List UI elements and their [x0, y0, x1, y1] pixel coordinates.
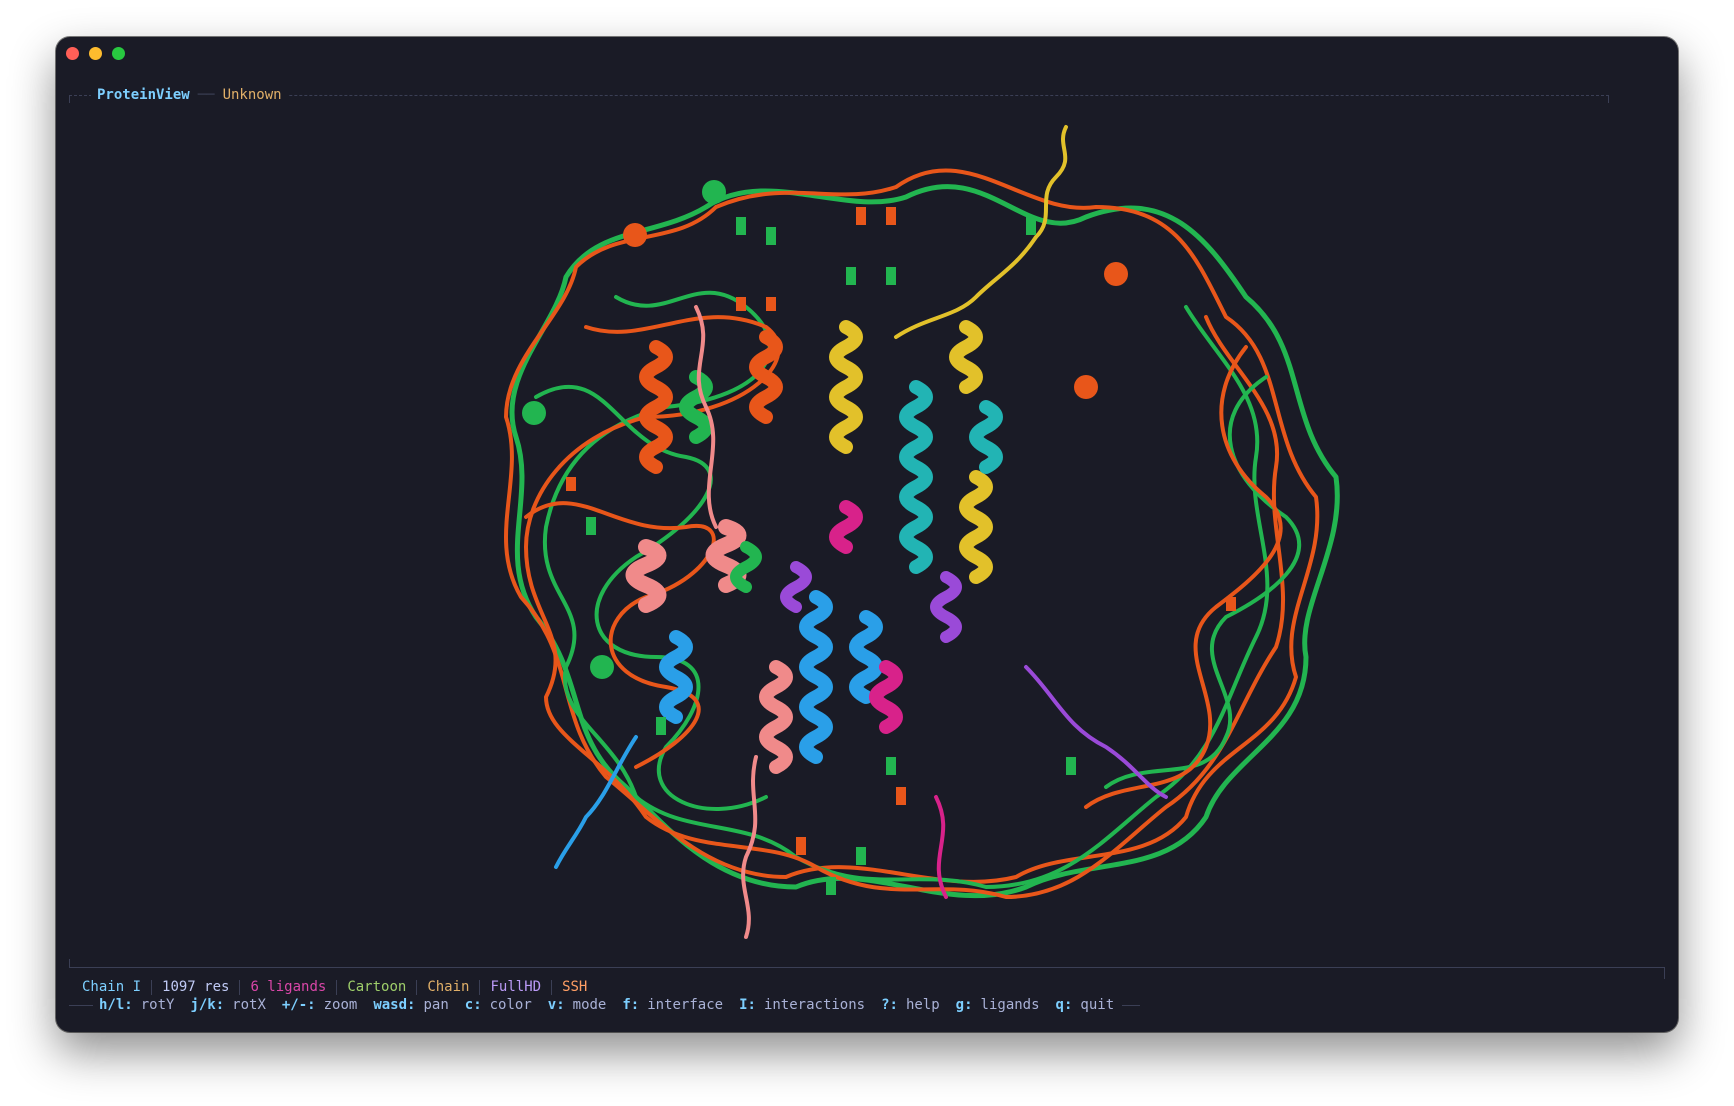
- status-frame: [69, 967, 1665, 968]
- help-desc: quit: [1080, 997, 1115, 1013]
- helix-magenta: [829, 500, 863, 554]
- helix-green-2: [730, 541, 762, 593]
- keybinding-help: h/l: rotY j/k: rotX +/-: zoom wasd: pan c: co…: [69, 997, 1141, 1013]
- protein-viewport[interactable]: [466, 97, 1346, 987]
- helix-blue: [659, 630, 693, 724]
- status-ligands: 6 ligands: [250, 979, 327, 995]
- status-bar: Chain I 1097 res 6 ligands Cartoon Chain…: [82, 979, 587, 995]
- helix-orange-2: [749, 330, 783, 424]
- status-resolution: FullHD: [490, 979, 542, 995]
- helix-salmon-3: [759, 660, 793, 774]
- help-key: wasd:: [373, 997, 416, 1013]
- help-desc: interactions: [763, 997, 866, 1013]
- help-desc: help: [905, 997, 940, 1013]
- status-chain: Chain I: [82, 979, 142, 995]
- help-desc: ligands: [980, 997, 1040, 1013]
- help-key: v:: [547, 997, 565, 1013]
- helix-cyan: [899, 380, 933, 574]
- tail-yellow: [894, 125, 1068, 339]
- dna-strand-green-right: [1104, 375, 1302, 789]
- helix-blue-3: [849, 610, 883, 704]
- help-desc: interface: [647, 997, 724, 1013]
- helix-yellow-2: [949, 320, 983, 394]
- helix-blue-2: [799, 590, 833, 764]
- status-residues: 1097 res: [162, 979, 230, 995]
- status-render-mode: Cartoon: [347, 979, 407, 995]
- help-key: +/-:: [281, 997, 316, 1013]
- help-key: q:: [1055, 997, 1073, 1013]
- help-key: g:: [955, 997, 973, 1013]
- help-desc: rotX: [232, 997, 266, 1013]
- minimize-window-button[interactable]: [89, 47, 102, 60]
- help-desc: rotY: [140, 997, 175, 1013]
- helix-green: [679, 370, 713, 444]
- ligand-orange-2: [1104, 262, 1128, 286]
- help-key: h/l:: [99, 997, 133, 1013]
- maximize-window-button[interactable]: [112, 47, 125, 60]
- helix-purple-2: [930, 571, 962, 643]
- ligand-orange-3: [1074, 375, 1098, 399]
- helix-cyan-2: [969, 400, 1003, 474]
- status-connection: SSH: [562, 979, 588, 995]
- helix-yellow: [829, 320, 863, 454]
- help-key: ?:: [881, 997, 898, 1013]
- viewer-title: ProteinView ── Unknown: [91, 87, 288, 103]
- ligand-green-1: [702, 180, 726, 204]
- helix-yellow-3: [959, 470, 993, 584]
- ligand-orange-1: [623, 223, 647, 247]
- helix-orange: [639, 340, 673, 474]
- status-color-mode: Chain: [427, 979, 470, 995]
- help-desc: mode: [572, 997, 607, 1013]
- help-desc: zoom: [323, 997, 358, 1013]
- help-desc: pan: [423, 997, 449, 1013]
- helix-purple: [780, 561, 812, 613]
- structure-name: Unknown: [222, 87, 282, 103]
- help-key: I:: [739, 997, 756, 1013]
- title-separator: ──: [197, 87, 215, 103]
- help-key: c:: [464, 997, 482, 1013]
- ligand-green-2: [522, 401, 546, 425]
- tail-purple: [1024, 665, 1168, 799]
- close-window-button[interactable]: [66, 47, 79, 60]
- ligand-green-3: [590, 655, 614, 679]
- help-desc: color: [489, 997, 532, 1013]
- help-key: j/k:: [190, 997, 225, 1013]
- terminal-window: ProteinView ── Unknown Chain I 1097 res …: [56, 37, 1678, 1032]
- app-title: ProteinView: [97, 87, 190, 103]
- help-key: f:: [622, 997, 640, 1013]
